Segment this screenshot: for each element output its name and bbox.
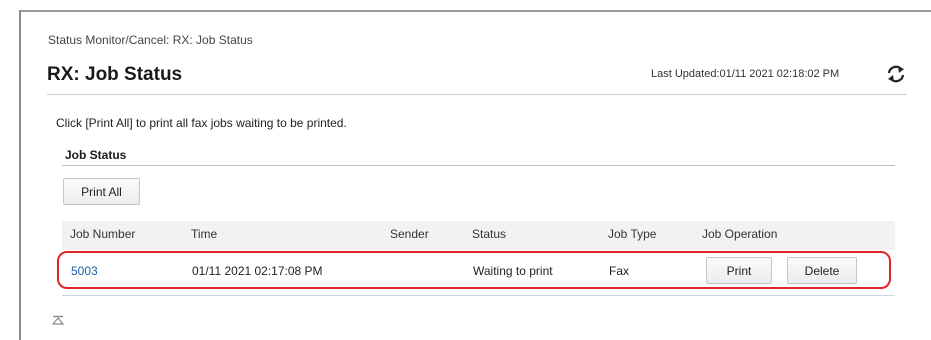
delete-button[interactable]: Delete [787, 257, 857, 284]
job-number-link[interactable]: 5003 [71, 264, 98, 278]
column-header-status: Status [472, 227, 507, 241]
job-type: Fax [609, 264, 630, 278]
column-header-job-type: Job Type [608, 227, 657, 241]
instruction-text: Click [Print All] to print all fax jobs … [56, 116, 347, 130]
column-header-job-operation: Job Operation [702, 227, 778, 241]
page-title: RX: Job Status [47, 64, 183, 85]
column-header-sender: Sender [390, 227, 429, 241]
header-divider [47, 94, 907, 95]
job-status: Waiting to print [473, 264, 553, 278]
print-button[interactable]: Print [706, 257, 772, 284]
column-header-job-number: Job Number [70, 227, 136, 241]
section-heading: Job Status [65, 148, 127, 162]
column-header-time: Time [191, 227, 218, 241]
table-bottom-divider [62, 295, 895, 296]
scroll-to-top-icon[interactable] [51, 314, 65, 326]
job-time: 01/11 2021 02:17:08 PM [192, 264, 323, 278]
window-frame-left [19, 10, 21, 340]
last-updated-text: Last Updated:01/11 2021 02:18:02 PM [651, 68, 840, 80]
refresh-icon[interactable] [886, 64, 906, 84]
section-divider [62, 165, 895, 166]
print-all-button[interactable]: Print All [63, 178, 140, 205]
breadcrumb: Status Monitor/Cancel: RX: Job Status [48, 33, 253, 47]
window-frame-top [19, 10, 931, 12]
